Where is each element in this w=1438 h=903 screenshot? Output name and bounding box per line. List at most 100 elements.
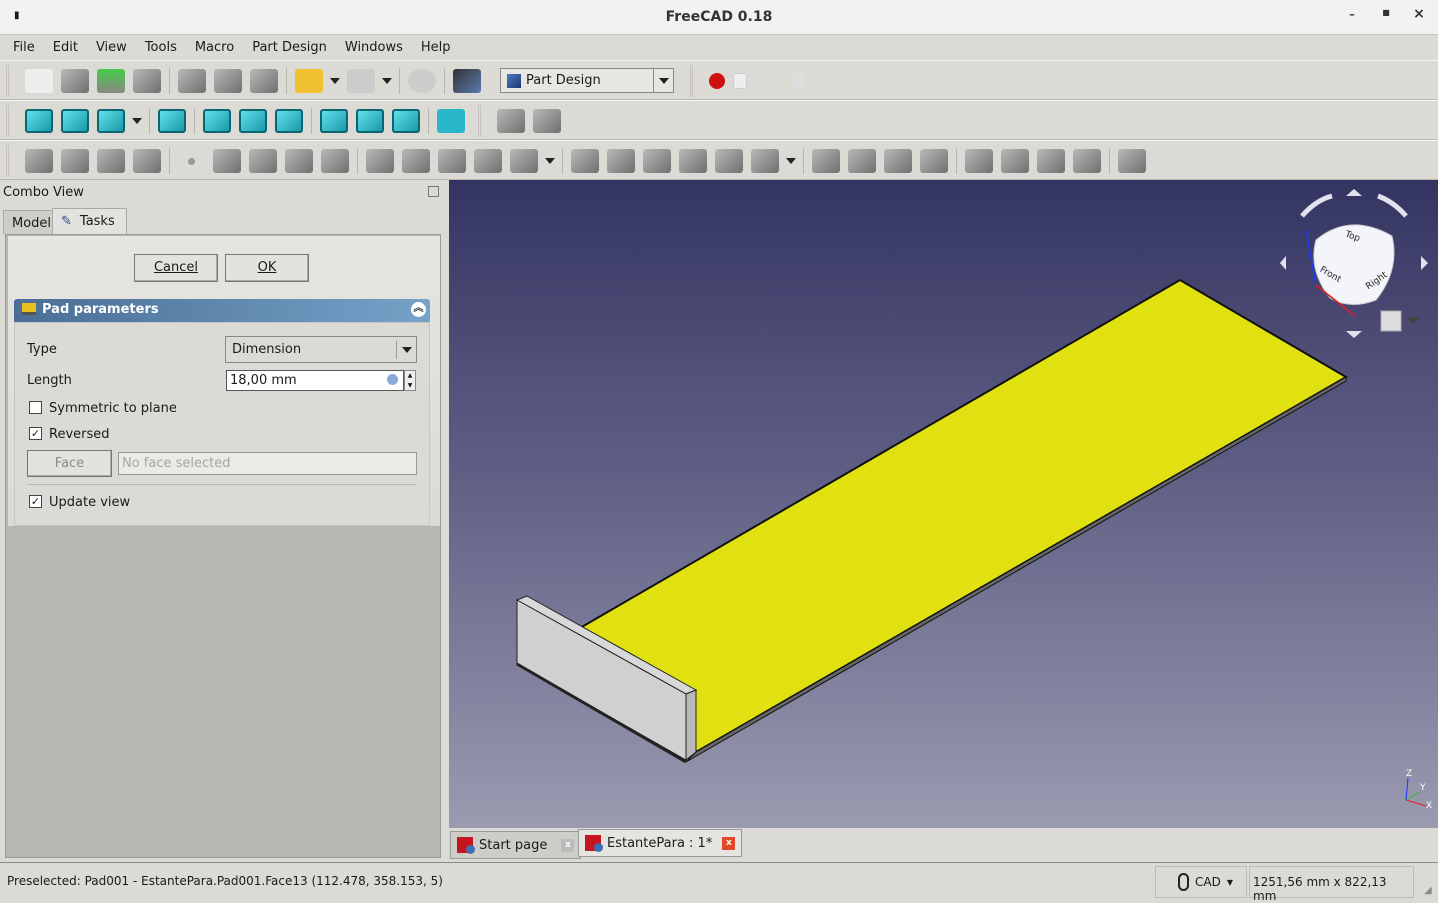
- polar-pattern-icon[interactable]: [884, 149, 912, 173]
- copy-icon[interactable]: [214, 69, 242, 93]
- thickness-icon[interactable]: [1073, 149, 1101, 173]
- chevron-down-icon[interactable]: [330, 78, 340, 84]
- symmetric-checkbox[interactable]: [29, 401, 42, 414]
- chamfer-icon[interactable]: [1001, 149, 1029, 173]
- redo-icon[interactable]: [347, 69, 375, 93]
- menu-file[interactable]: File: [4, 36, 44, 60]
- fit-selection-icon[interactable]: [61, 109, 89, 133]
- create-part-icon[interactable]: [497, 109, 525, 133]
- workbench-selector[interactable]: Part Design: [500, 68, 674, 93]
- menu-macro[interactable]: Macro: [186, 36, 243, 60]
- collapse-icon[interactable]: ︽: [411, 302, 426, 317]
- update-view-checkbox[interactable]: ✓: [29, 495, 42, 508]
- fillet-icon[interactable]: [965, 149, 993, 173]
- face-field[interactable]: No face selected: [118, 452, 417, 475]
- menu-help[interactable]: Help: [412, 36, 460, 60]
- draft-icon[interactable]: [1037, 149, 1065, 173]
- subtractive-pipe-icon[interactable]: [715, 149, 743, 173]
- maximize-button[interactable]: ■: [1377, 8, 1395, 26]
- chevron-down-icon[interactable]: [545, 158, 555, 164]
- stop-macro-icon[interactable]: [733, 73, 747, 89]
- undo-icon[interactable]: [295, 69, 323, 93]
- front-view-icon[interactable]: [203, 109, 231, 133]
- draw-style-icon[interactable]: [97, 109, 125, 133]
- menu-windows[interactable]: Windows: [336, 36, 412, 60]
- length-input[interactable]: 18,00 mm: [226, 370, 404, 391]
- left-view-icon[interactable]: [392, 109, 420, 133]
- bottom-view-icon[interactable]: [356, 109, 384, 133]
- rear-view-icon[interactable]: [320, 109, 348, 133]
- create-sketch-icon[interactable]: [61, 149, 89, 173]
- close-tab-icon[interactable]: x: [561, 838, 575, 852]
- fit-all-icon[interactable]: [25, 109, 53, 133]
- right-view-icon[interactable]: [275, 109, 303, 133]
- 3d-viewport[interactable]: Top Front Right Z Y X: [449, 180, 1438, 828]
- run-macro-icon[interactable]: [791, 73, 805, 89]
- create-group-icon[interactable]: [533, 109, 561, 133]
- axis-y-label: Y: [1419, 783, 1426, 793]
- pipe-icon[interactable]: [474, 149, 502, 173]
- board-side-face[interactable]: [685, 689, 697, 762]
- expression-icon[interactable]: [387, 374, 398, 385]
- toolbar-separator: [194, 108, 195, 134]
- additive-primitive-icon[interactable]: [510, 149, 538, 173]
- minimize-button[interactable]: –: [1343, 8, 1361, 26]
- pad-top-face[interactable]: [578, 278, 1348, 754]
- macro-editor-icon[interactable]: [755, 69, 783, 93]
- length-spinner[interactable]: ▲ ▼: [404, 370, 416, 391]
- pad-icon[interactable]: [366, 149, 394, 173]
- cut-icon[interactable]: [178, 69, 206, 93]
- chevron-down-icon[interactable]: [382, 78, 392, 84]
- navigation-style-button[interactable]: CAD ▼: [1155, 866, 1247, 898]
- close-tab-icon[interactable]: x: [722, 836, 736, 850]
- revolution-icon[interactable]: [402, 149, 430, 173]
- create-body-icon[interactable]: [25, 149, 53, 173]
- type-select[interactable]: Dimension: [225, 336, 417, 363]
- datum-line-icon[interactable]: [213, 149, 241, 173]
- clone-icon[interactable]: [321, 149, 349, 173]
- linear-pattern-icon[interactable]: [848, 149, 876, 173]
- chevron-down-icon[interactable]: [786, 158, 796, 164]
- shape-binder-icon[interactable]: [133, 149, 161, 173]
- mirrored-icon[interactable]: [812, 149, 840, 173]
- loft-icon[interactable]: [438, 149, 466, 173]
- save-icon[interactable]: [97, 69, 125, 93]
- tab-tasks[interactable]: ✎ Tasks: [52, 208, 127, 235]
- groove-icon[interactable]: [643, 149, 671, 173]
- datum-point-icon[interactable]: [188, 157, 195, 165]
- record-macro-icon[interactable]: [709, 73, 725, 89]
- print-icon[interactable]: [133, 69, 161, 93]
- resize-grip-icon[interactable]: ◢: [1424, 885, 1432, 896]
- reversed-checkbox[interactable]: ✓: [29, 427, 42, 440]
- menu-tools[interactable]: Tools: [136, 36, 186, 60]
- menu-view[interactable]: View: [87, 36, 136, 60]
- whats-this-icon[interactable]: [453, 69, 481, 93]
- subtractive-primitive-icon[interactable]: [751, 149, 779, 173]
- face-button[interactable]: Face: [27, 450, 112, 477]
- multi-transform-icon[interactable]: [920, 149, 948, 173]
- refresh-icon[interactable]: [408, 69, 436, 93]
- cancel-button[interactable]: Cancel: [134, 254, 218, 282]
- undock-icon[interactable]: [428, 186, 439, 197]
- validate-sketch-icon[interactable]: [97, 149, 125, 173]
- open-icon[interactable]: [61, 69, 89, 93]
- new-document-icon[interactable]: [25, 69, 53, 93]
- paste-icon[interactable]: [250, 69, 278, 93]
- tab-start-page[interactable]: Start page x: [450, 831, 582, 859]
- pocket-icon[interactable]: [571, 149, 599, 173]
- close-button[interactable]: ×: [1410, 6, 1428, 24]
- hole-icon[interactable]: [607, 149, 635, 173]
- subtractive-loft-icon[interactable]: [679, 149, 707, 173]
- chevron-down-icon[interactable]: [132, 118, 142, 124]
- menu-edit[interactable]: Edit: [44, 36, 87, 60]
- tab-estantepara[interactable]: EstantePara : 1* x: [578, 829, 743, 857]
- datum-plane-icon[interactable]: [249, 149, 277, 173]
- boolean-icon[interactable]: [1118, 149, 1146, 173]
- measure-distance-icon[interactable]: [437, 109, 465, 133]
- top-view-icon[interactable]: [239, 109, 267, 133]
- navigation-cube[interactable]: Top Front Right: [1280, 189, 1428, 338]
- isometric-view-icon[interactable]: [158, 109, 186, 133]
- sub-shape-binder-icon[interactable]: [285, 149, 313, 173]
- ok-button[interactable]: OK: [225, 254, 309, 282]
- menu-part-design[interactable]: Part Design: [243, 36, 336, 60]
